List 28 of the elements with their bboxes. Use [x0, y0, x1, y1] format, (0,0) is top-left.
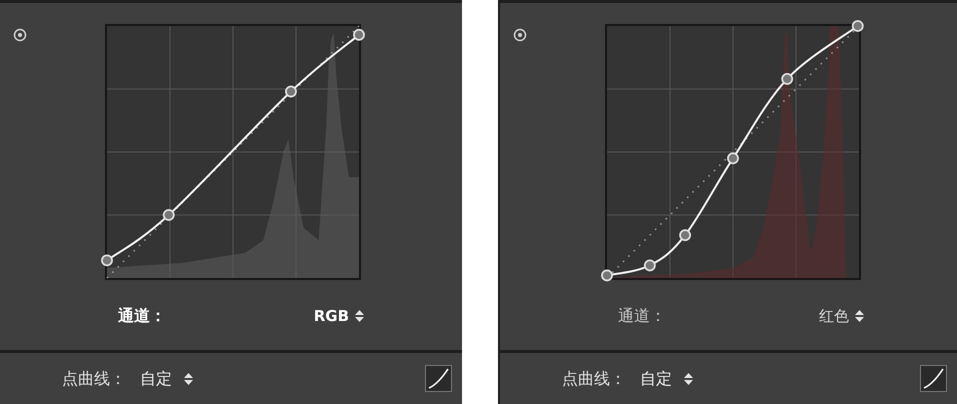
point-curve-label: 点曲线： [62, 368, 126, 390]
curve-point-handle[interactable] [285, 86, 297, 98]
edit-point-curve-button[interactable] [920, 365, 947, 392]
edit-point-curve-button[interactable] [425, 365, 452, 392]
curve-point-handle[interactable] [601, 270, 613, 282]
up-down-caret-icon [684, 372, 693, 384]
point-curve-label: 点曲线： [562, 368, 626, 390]
curve-point-handle[interactable] [101, 254, 113, 266]
curve-point-handle[interactable] [162, 209, 175, 221]
curve-point-handle[interactable] [852, 20, 864, 32]
curve-icon [923, 368, 944, 389]
target-adjust-icon[interactable] [13, 28, 27, 42]
curve-point-handle[interactable] [679, 229, 692, 242]
curve-point-handle[interactable] [727, 152, 739, 164]
point-curve-dropdown[interactable]: 自定 [140, 366, 193, 390]
curve-icon [428, 368, 449, 389]
curve-point-handle[interactable] [781, 73, 794, 85]
up-down-caret-icon [184, 372, 193, 384]
channel-dropdown[interactable]: 红色 [819, 304, 864, 328]
channel-label: 通道： [118, 305, 166, 327]
curve-point-handle[interactable] [644, 259, 656, 272]
curve-point-handle[interactable] [353, 28, 365, 41]
point-curve-dropdown[interactable]: 自定 [640, 366, 693, 390]
channel-label: 通道： [618, 305, 666, 327]
channel-dropdown[interactable]: RGB [314, 304, 364, 328]
up-down-caret-icon [855, 310, 864, 322]
up-down-caret-icon [355, 310, 364, 322]
target-adjust-icon[interactable] [513, 28, 527, 42]
